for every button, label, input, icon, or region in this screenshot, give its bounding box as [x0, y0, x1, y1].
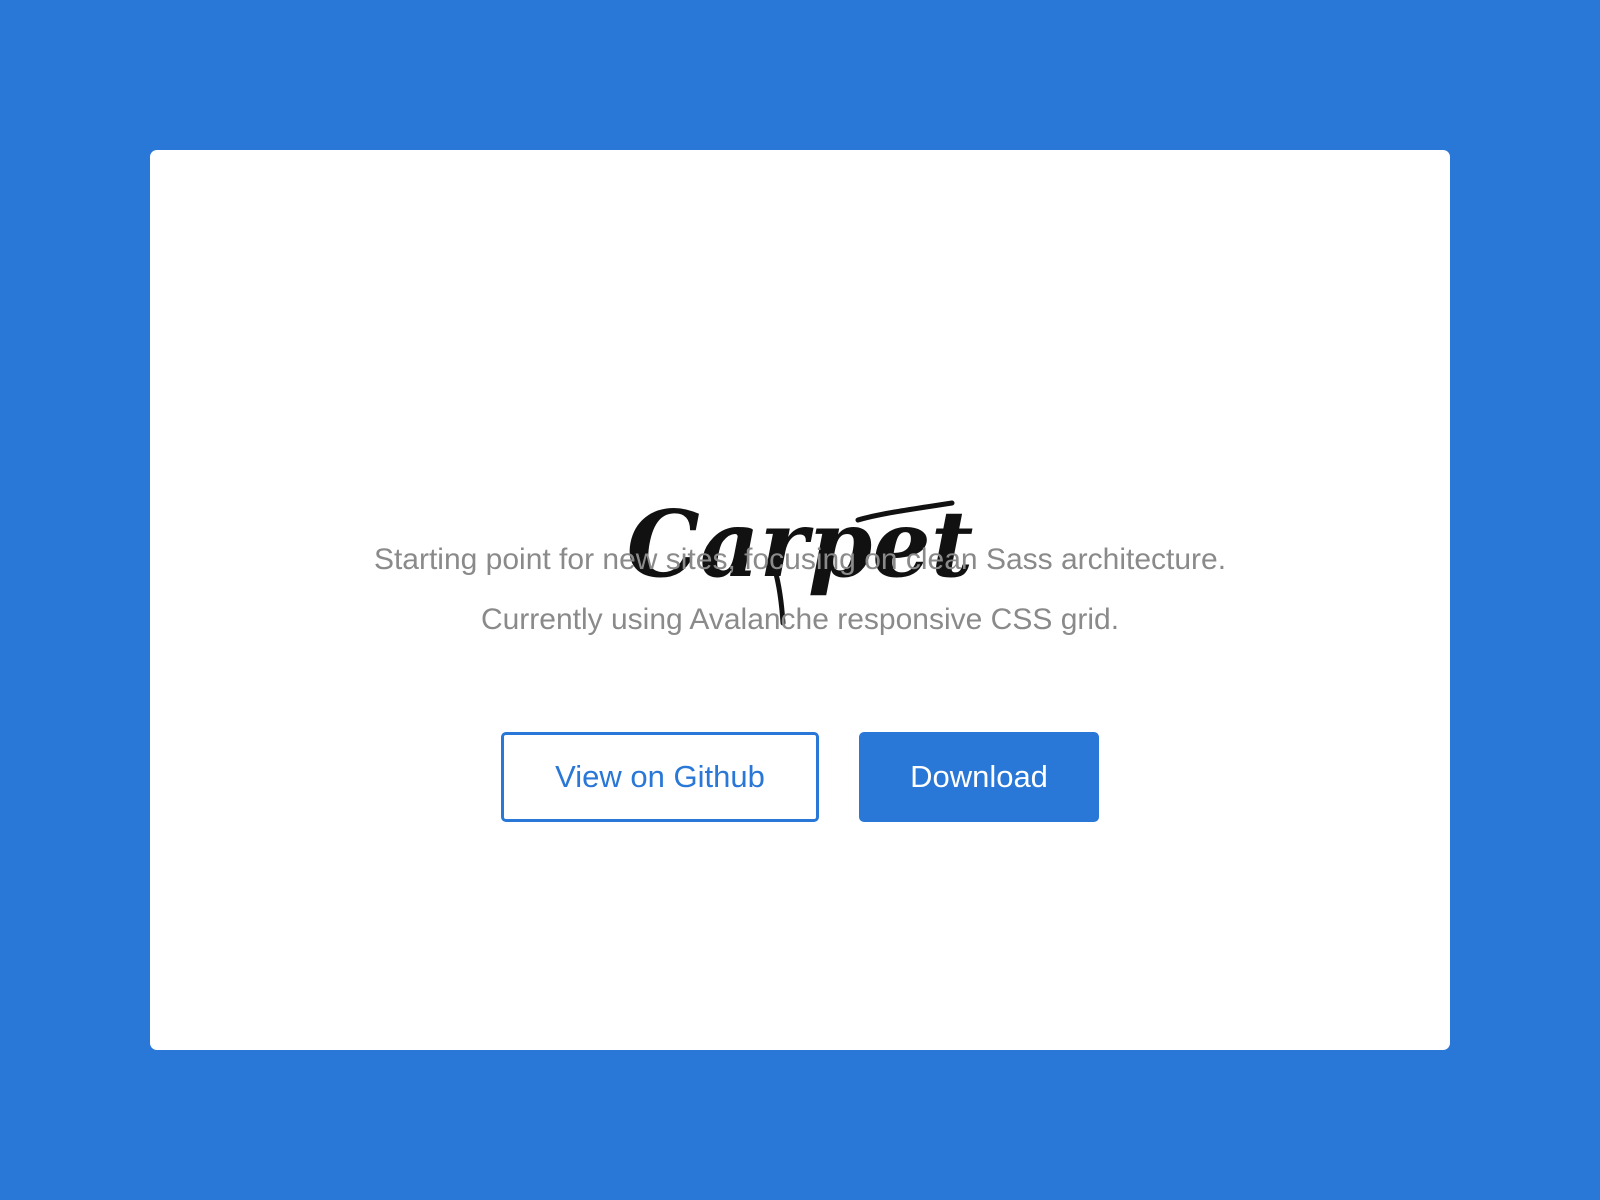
action-buttons: View on Github Download — [150, 732, 1450, 822]
tagline-line-1: Starting point for new sites, focusing o… — [373, 543, 1227, 576]
download-button[interactable]: Download — [859, 732, 1099, 822]
tagline-line-2: Currently using Avalanche responsive CSS… — [480, 603, 1120, 636]
tagline: Starting point for new sites, focusing o… — [150, 530, 1450, 650]
view-on-github-button[interactable]: View on Github — [501, 732, 819, 822]
hero-card: Carpet Starting point for new sites, foc… — [150, 150, 1450, 1050]
